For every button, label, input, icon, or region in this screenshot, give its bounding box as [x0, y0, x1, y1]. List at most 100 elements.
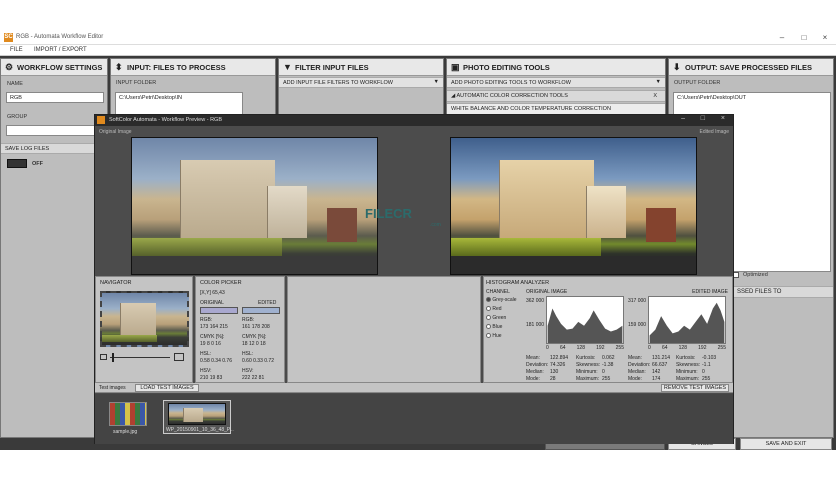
tram-shape	[451, 238, 601, 256]
minimize-icon[interactable]: –	[681, 115, 685, 122]
upload-icon: ⬍	[115, 62, 123, 72]
test-images-label: Test images	[99, 385, 126, 391]
orig-stats-values: 122.894 74.326 130 28	[550, 355, 569, 382]
test-images-bar: Test images LOAD TEST IMAGES REMOVE TEST…	[95, 383, 733, 393]
original-image-label: Original Image	[99, 129, 132, 135]
load-test-images-button[interactable]: LOAD TEST IMAGES	[135, 384, 199, 392]
orig-y-mid: 181 000	[526, 322, 545, 328]
chevron-down-icon: ▼	[655, 79, 661, 85]
building-shape	[120, 303, 156, 337]
output-folder-label: OUTPUT FOLDER	[674, 80, 721, 86]
zoom-in-icon[interactable]	[174, 353, 184, 361]
edit-stats-labels-2: Kurtosis: Skewness: Minimum: Maximum:	[676, 355, 701, 382]
orig-stats-labels-2: Kurtosis: Skewness: Minimum: Maximum:	[576, 355, 601, 382]
input-header: ⬍ INPUT: FILES TO PROCESS	[111, 59, 275, 76]
hsl-edited-value: 0.60 0.33 0.72	[242, 358, 274, 364]
navigator-thumbnail[interactable]	[100, 291, 189, 347]
processed-files-label: SSED FILES TO	[733, 286, 833, 298]
edited-swatch-label: EDITED	[258, 300, 277, 306]
preview-title-bar: SoftColor Automata - Workflow Preview - …	[95, 115, 733, 126]
watermark-suffix: .com	[430, 222, 441, 228]
original-image[interactable]	[131, 137, 378, 275]
hsl-label: HSL:	[200, 351, 212, 357]
save-and-exit-button[interactable]: SAVE AND EXIT	[740, 438, 832, 450]
channel-hue[interactable]: Hue	[486, 333, 502, 339]
radio-icon	[486, 306, 491, 312]
channel-grey[interactable]: Grey-scale	[486, 297, 517, 303]
zoom-out-icon[interactable]	[100, 354, 107, 360]
tools-header: ▣ PHOTO EDITING TOOLS	[447, 59, 665, 76]
edit-y-max: 317 000	[628, 298, 647, 304]
building-shape	[183, 408, 203, 422]
title-bar: SC RGB - Automata Workflow Editor – □ ×	[0, 30, 836, 45]
close-icon[interactable]: ×	[721, 115, 725, 122]
edit-x-ticks: 0 64 128 192 255	[648, 345, 726, 351]
edit-stats-labels: Mean: Deviation: Median: Mode:	[628, 355, 651, 382]
navigator-header: NAVIGATOR	[100, 280, 132, 286]
orig-stats-labels: Mean: Deviation: Median: Mode:	[526, 355, 549, 382]
workflow-settings-panel: ⚙ WORKFLOW SETTINGS NAME RGB GROUP SAVE L…	[0, 58, 108, 438]
original-swatch-label: ORIGINAL	[200, 300, 224, 306]
channel-blue[interactable]: Blue	[486, 324, 502, 330]
test-image-thumb-selected[interactable]: WP_20150901_10_36_48_P...	[163, 400, 234, 434]
rgb-label: RGB:	[242, 317, 255, 323]
workflow-preview-window: SoftColor Automata - Workflow Preview - …	[94, 114, 734, 444]
building-shape	[646, 208, 676, 242]
channel-label: CHANNEL	[486, 289, 510, 295]
log-toggle-state: OFF	[32, 161, 43, 167]
test-image-name: sample.jpg	[113, 429, 138, 435]
channel-green[interactable]: Green	[486, 315, 506, 321]
test-image-thumb[interactable]	[109, 402, 147, 426]
download-icon: ⬇	[673, 62, 681, 72]
remove-test-images-button[interactable]: REMOVE TEST IMAGES	[661, 384, 729, 392]
output-header: ⬇ OUTPUT: SAVE PROCESSED FILES	[669, 59, 833, 76]
cmyk-original-value: 19 8 0 16	[200, 341, 221, 347]
rgb-edited-value: 161 178 208	[242, 324, 270, 330]
cmyk-edited-value: 18 12 0 18	[242, 341, 266, 347]
image-icon: ▣	[451, 62, 460, 72]
zoom-slider-handle[interactable]	[112, 353, 114, 362]
filter-header: ▼ FILTER INPUT FILES	[279, 59, 443, 76]
menu-file[interactable]: FILE	[10, 47, 23, 53]
histogram-panel: HISTOGRAM ANALYZER CHANNEL Grey-scale Re…	[483, 276, 733, 383]
hsv-label: HSV:	[200, 368, 212, 374]
close-icon[interactable]: ×	[818, 32, 832, 43]
menu-import-export[interactable]: IMPORT / EXPORT	[34, 47, 87, 53]
navigator-panel: NAVIGATOR	[95, 276, 193, 383]
app-logo-icon: SC	[4, 33, 13, 42]
edited-image[interactable]	[450, 137, 697, 275]
rgb-label: RGB:	[200, 317, 213, 323]
remove-tool-icon[interactable]: X	[653, 93, 657, 99]
tool-item-auto-color[interactable]: ◢ AUTOMATIC COLOR CORRECTION TOOLS X	[447, 90, 665, 102]
cmyk-label: CMYK [%]:	[200, 334, 225, 340]
tools-dropdown[interactable]: ADD PHOTO EDITING TOOLS TO WORKFLOW ▼	[447, 77, 665, 88]
menu-bar: FILE IMPORT / EXPORT	[0, 45, 836, 56]
road-shape	[451, 256, 696, 274]
maximize-icon[interactable]: □	[797, 32, 811, 43]
orig-x-ticks: 0 64 128 192 255	[546, 345, 624, 351]
radio-icon	[486, 324, 491, 330]
minimize-icon[interactable]: –	[775, 32, 789, 43]
zoom-slider-track[interactable]	[110, 357, 170, 358]
filter-dropdown[interactable]: ADD INPUT FILE FILTERS TO WORKFLOW ▼	[279, 77, 443, 88]
orig-stats-values-2: 0.062 -1.38 0 255	[602, 355, 615, 382]
edited-color-swatch	[242, 307, 280, 314]
hsl-label: HSL:	[242, 351, 254, 357]
tram-shape	[132, 238, 282, 256]
channel-red[interactable]: Red	[486, 306, 502, 312]
edited-image-label: Edited Image	[699, 129, 729, 135]
histogram-header: HISTOGRAM ANALYZER	[486, 280, 550, 286]
preview-images-area: Original Image Edited Image FILECR .com	[95, 126, 733, 276]
building-shape	[180, 160, 275, 240]
cmyk-label: CMYK [%]:	[242, 334, 267, 340]
edit-stats-values-2: -0.103 -1.1 0 255	[702, 355, 717, 382]
rgb-original-value: 173 164 215	[200, 324, 228, 330]
log-toggle[interactable]	[7, 159, 27, 168]
name-input[interactable]: RGB	[6, 92, 104, 103]
maximize-icon[interactable]: □	[701, 115, 705, 122]
hsv-edited-value: 222 22 81	[242, 375, 265, 381]
group-input[interactable]	[6, 125, 104, 136]
optimized-label: Optimized	[743, 272, 768, 278]
radio-icon	[486, 315, 491, 321]
edit-y-mid: 159 000	[628, 322, 647, 328]
